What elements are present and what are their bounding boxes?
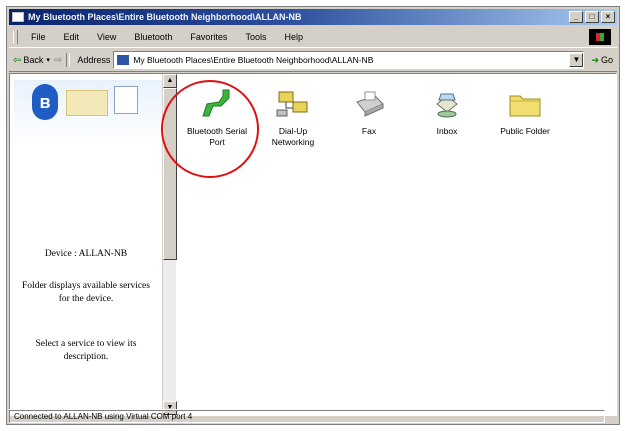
bluetooth-banner: ʙ xyxy=(14,80,162,144)
scroll-up-button[interactable]: ▲ xyxy=(163,74,177,88)
back-label: Back xyxy=(23,55,44,65)
fax-icon xyxy=(351,88,387,120)
service-item[interactable]: Bluetooth Serial Port xyxy=(182,88,252,148)
folder-icon xyxy=(507,88,543,120)
forward-arrow-icon: ⇨ xyxy=(53,54,63,66)
address-dropdown-button[interactable]: ▼ xyxy=(569,53,584,67)
banner-decoration xyxy=(66,90,108,116)
menu-view[interactable]: View xyxy=(88,32,125,42)
address-input[interactable]: My Bluetooth Places\Entire Bluetooth Nei… xyxy=(113,51,585,69)
inbox-icon xyxy=(429,88,465,120)
back-arrow-icon: ⇦ xyxy=(13,54,22,66)
window-title: My Bluetooth Places\Entire Bluetooth Nei… xyxy=(28,12,302,22)
forward-button[interactable]: ⇨ xyxy=(54,55,62,66)
service-label: Inbox xyxy=(436,126,458,136)
dialup-networking-icon xyxy=(275,88,311,120)
address-label: Address xyxy=(77,55,111,65)
menu-tools[interactable]: Tools xyxy=(236,32,275,42)
content-area: ʙ Device : ALLAN-NB Folder displays avai… xyxy=(9,73,617,416)
services-view: Bluetooth Serial Port Dial-Up Networking xyxy=(178,74,616,415)
service-label: Bluetooth Serial Port xyxy=(186,126,247,147)
menu-bluetooth[interactable]: Bluetooth xyxy=(125,32,181,42)
status-bar: Connected to ALLAN-NB using Virtual COM … xyxy=(9,409,617,423)
hint-text: Select a service to view its description… xyxy=(35,339,137,362)
info-text: Folder displays available services for t… xyxy=(22,281,150,304)
service-item[interactable]: Public Folder xyxy=(490,88,560,137)
info-pane: ʙ Device : ALLAN-NB Folder displays avai… xyxy=(10,74,162,415)
minimize-button[interactable]: _ xyxy=(569,11,583,23)
close-button[interactable]: × xyxy=(601,11,615,23)
go-arrow-icon: ➔ xyxy=(591,54,599,65)
go-button[interactable]: ➔ Go xyxy=(591,55,613,66)
serial-port-icon xyxy=(199,88,235,120)
toolbar-separator xyxy=(66,53,71,67)
service-label: Public Folder xyxy=(500,126,550,136)
service-label: Dial-Up Networking xyxy=(271,126,315,147)
bluetooth-logo-icon: ʙ xyxy=(32,84,58,120)
resize-grip-icon[interactable] xyxy=(605,411,617,422)
menu-grip[interactable] xyxy=(13,30,18,44)
address-toolbar: ⇦ Back ▾ ⇨ Address My Bluetooth Places\E… xyxy=(9,49,617,72)
back-dropdown-icon[interactable]: ▾ xyxy=(46,56,50,64)
maximize-button[interactable]: □ xyxy=(585,11,599,23)
windows-logo-icon xyxy=(589,29,611,45)
back-button[interactable]: ⇦ Back ▾ xyxy=(13,55,50,66)
title-bar[interactable]: My Bluetooth Places\Entire Bluetooth Nei… xyxy=(9,9,617,25)
menu-edit[interactable]: Edit xyxy=(55,32,89,42)
address-value: My Bluetooth Places\Entire Bluetooth Nei… xyxy=(133,55,374,65)
bluetooth-places-icon xyxy=(117,55,130,65)
info-pane-scrollbar[interactable]: ▲ ▼ xyxy=(162,74,177,415)
go-label: Go xyxy=(600,55,613,65)
menu-file[interactable]: File xyxy=(22,32,55,42)
service-item[interactable]: Dial-Up Networking xyxy=(258,88,328,148)
window-system-icon[interactable] xyxy=(12,12,24,22)
banner-page-icon xyxy=(114,86,138,114)
service-item[interactable]: Inbox xyxy=(412,88,482,137)
scroll-thumb[interactable] xyxy=(163,88,177,260)
menu-favorites[interactable]: Favorites xyxy=(181,32,236,42)
device-label: Device : ALLAN-NB xyxy=(44,249,128,259)
service-label: Fax xyxy=(361,126,377,136)
explorer-window: My Bluetooth Places\Entire Bluetooth Nei… xyxy=(6,6,620,425)
status-text: Connected to ALLAN-NB using Virtual COM … xyxy=(9,409,605,423)
service-item[interactable]: Fax xyxy=(334,88,404,137)
menu-bar: File Edit View Bluetooth Favorites Tools… xyxy=(9,27,617,48)
menu-help[interactable]: Help xyxy=(275,32,312,42)
